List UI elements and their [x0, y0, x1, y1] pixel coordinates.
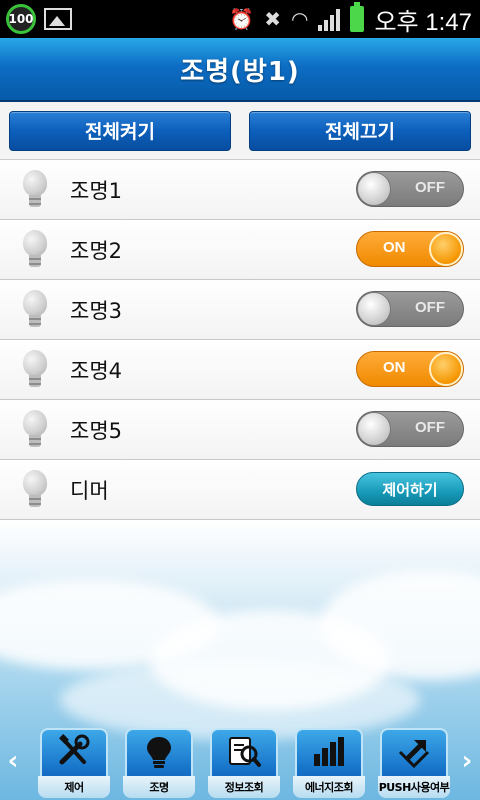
nav-prev-arrow[interactable]: ‹ [2, 744, 24, 778]
gallery-notification-icon [44, 8, 72, 30]
lightbulb-icon [20, 349, 50, 390]
all-off-button[interactable]: 전체끄기 [249, 110, 471, 151]
wifi-icon: ◠ [291, 7, 309, 31]
light-label: 조명1 [70, 178, 123, 203]
lightbulb-icon [20, 289, 50, 330]
light-list: 조명1 OFF 조명2 ON 조명3 OFF 조명4 ON 조명5 OFF 디머… [0, 160, 480, 520]
alarm-icon: ⏰ [229, 7, 255, 31]
light-2-toggle[interactable]: ON [356, 231, 464, 267]
toggle-knob [429, 352, 463, 386]
light-1-toggle[interactable]: OFF [356, 171, 464, 207]
nav-energy[interactable]: 에너지조회 [293, 728, 365, 798]
nav-control[interactable]: 제어 [38, 728, 110, 798]
lightbulb-icon [20, 169, 50, 210]
bottom-nav: ‹ 제어 조명 정보조회 에너지조회 PUSH사용여부 › [0, 722, 480, 800]
toggle-state: ON [383, 359, 406, 376]
nav-label: PUSH사용여부 [378, 776, 450, 798]
light-row-3: 조명3 OFF [0, 280, 480, 340]
toggle-state: OFF [415, 299, 445, 316]
lightbulb-icon [20, 469, 50, 510]
nav-label: 제어 [38, 776, 110, 798]
nav-label: 조명 [123, 776, 195, 798]
page-title: 조명(방1) [180, 56, 300, 87]
lightbulb-icon [20, 409, 50, 450]
nav-push[interactable]: PUSH사용여부 [378, 728, 450, 798]
light-label: 조명4 [70, 358, 123, 383]
light-label: 조명5 [70, 418, 123, 443]
light-5-toggle[interactable]: OFF [356, 411, 464, 447]
lightbulb-icon [20, 229, 50, 270]
lightbulb-icon [147, 737, 171, 768]
toggle-knob [357, 412, 391, 446]
clock: 오후 1:47 [374, 8, 472, 36]
tools-icon [59, 734, 90, 765]
action-bar: 전체켜기 전체끄기 [0, 102, 480, 160]
nav-label: 정보조회 [208, 776, 280, 798]
bar-chart-icon [314, 737, 344, 766]
light-label: 조명2 [70, 238, 123, 263]
signal-icon [318, 7, 341, 31]
battery-percentage-icon: 100 [6, 4, 36, 34]
light-4-toggle[interactable]: ON [356, 351, 464, 387]
light-row-2: 조명2 ON [0, 220, 480, 280]
light-3-toggle[interactable]: OFF [356, 291, 464, 327]
dimmer-control-button[interactable]: 제어하기 [356, 472, 464, 506]
light-label: 조명3 [70, 298, 123, 323]
toggle-state: OFF [415, 179, 445, 196]
all-on-button[interactable]: 전체켜기 [9, 110, 231, 151]
push-arrow-icon [398, 740, 430, 769]
document-search-icon [229, 737, 261, 767]
dimmer-row: 디머 제어하기 [0, 460, 480, 520]
toggle-state: OFF [415, 419, 445, 436]
nav-info[interactable]: 정보조회 [208, 728, 280, 798]
toggle-state: ON [383, 239, 406, 256]
toggle-knob [357, 292, 391, 326]
battery-icon [350, 2, 365, 32]
light-row-5: 조명5 OFF [0, 400, 480, 460]
status-bar: 100 ⏰ ✖ ◠ 오후 1:47 [0, 0, 480, 38]
dimmer-label: 디머 [70, 478, 109, 503]
nav-lighting[interactable]: 조명 [123, 728, 195, 798]
light-row-1: 조명1 OFF [0, 160, 480, 220]
title-bar: 조명(방1) [0, 38, 480, 102]
light-row-4: 조명4 ON [0, 340, 480, 400]
toggle-knob [357, 172, 391, 206]
nav-next-arrow[interactable]: › [456, 744, 478, 778]
toggle-knob [429, 232, 463, 266]
nav-label: 에너지조회 [293, 776, 365, 798]
sync-blocked-icon: ✖ [264, 7, 281, 31]
